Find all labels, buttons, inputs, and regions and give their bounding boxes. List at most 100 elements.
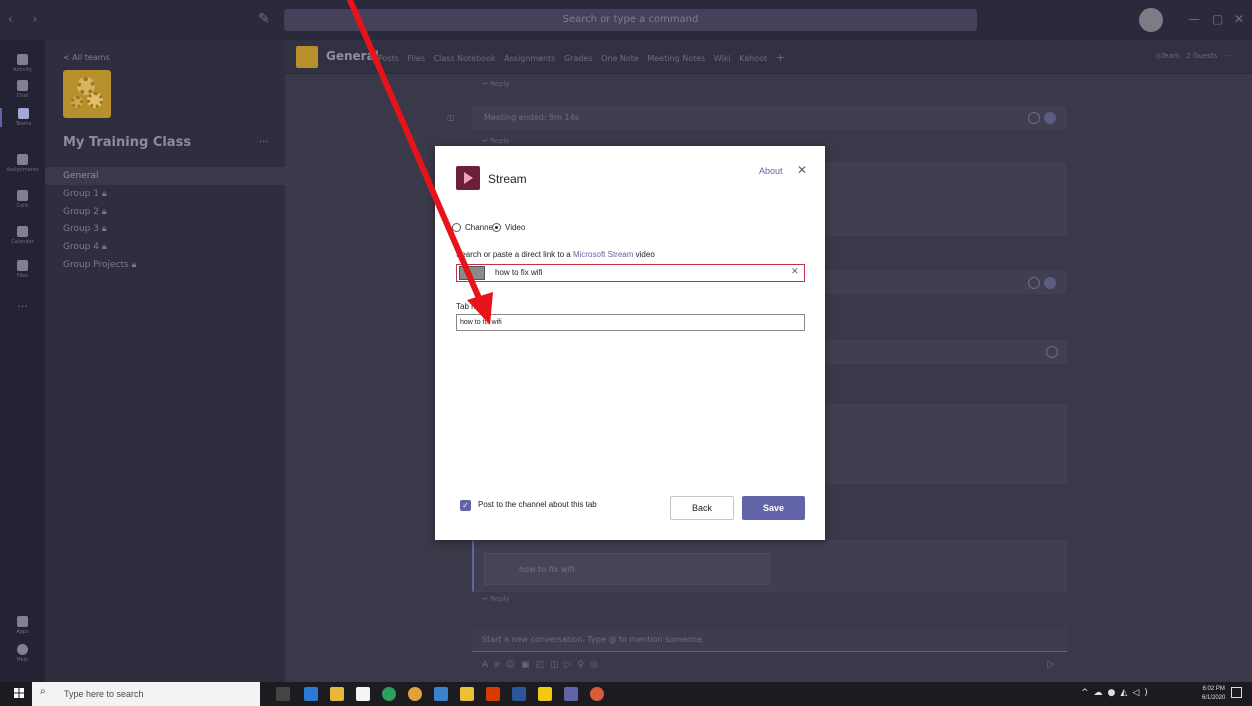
teams-taskbar-icon[interactable] (564, 687, 578, 701)
minimize-icon[interactable]: — (1188, 12, 1200, 26)
rail-teams[interactable]: Teams (0, 108, 45, 127)
channel-group-1[interactable]: Group 1 🔒︎ (45, 185, 285, 203)
chevron-up-icon[interactable]: ^ (1081, 688, 1094, 698)
emoji-icon[interactable]: ☺ (506, 660, 521, 670)
rail-chat[interactable]: Chat (0, 80, 45, 99)
save-button[interactable]: Save (742, 496, 805, 520)
avatar[interactable] (1139, 8, 1163, 32)
wifi-icon[interactable]: ◭ (1120, 688, 1132, 698)
edge-icon[interactable] (382, 687, 396, 701)
more-options-icon[interactable]: ··· (604, 660, 631, 670)
channel-group-2[interactable]: Group 2 🔒︎ (45, 203, 285, 221)
format-icon[interactable]: A (482, 660, 494, 670)
sticky-notes-icon[interactable] (538, 687, 552, 701)
reply-link[interactable]: ↩ Reply (482, 595, 509, 603)
close-window-icon[interactable]: ✕ (1234, 12, 1244, 26)
channel-team-logo (296, 46, 318, 68)
chrome-icon[interactable] (408, 687, 422, 701)
channel-group-4[interactable]: Group 4 🔒︎ (45, 238, 285, 256)
reply-link[interactable]: ↩ Reply (482, 137, 509, 145)
meet-now-icon[interactable]: ◫ (550, 660, 565, 670)
tab-one-note[interactable]: One Note (601, 54, 639, 63)
header-right: ◎Team 2 Guests ··· (1155, 52, 1231, 60)
channel-group-projects[interactable]: Group Projects 🔒︎ (45, 256, 285, 274)
tab-name-input[interactable]: how to fix wifi (456, 314, 805, 331)
rail-label: Apps (16, 629, 29, 635)
team-view-button[interactable]: ◎Team (1155, 52, 1180, 60)
close-icon[interactable]: ✕ (797, 163, 807, 177)
onedrive-icon[interactable]: ☁ (1094, 688, 1108, 698)
all-teams-link[interactable]: < All teams (63, 53, 110, 62)
dropbox-icon[interactable] (434, 687, 448, 701)
apps-icon[interactable]: ◎ (590, 660, 604, 670)
clear-icon[interactable]: ✕ (791, 267, 799, 277)
post-checkbox[interactable]: ✓ (460, 500, 471, 511)
gif-icon[interactable]: ▣ (521, 660, 536, 670)
reaction-icon[interactable] (1028, 277, 1040, 289)
office-icon[interactable] (486, 687, 500, 701)
new-conversation-input[interactable]: Start a new conversation. Type @ to ment… (472, 628, 1067, 652)
team-btn-label: Team (1161, 52, 1180, 60)
tab-wiki[interactable]: Wiki (714, 54, 731, 63)
team-more-icon[interactable]: ··· (259, 137, 269, 148)
stream-icon[interactable]: ▷ (565, 660, 578, 670)
rail-help[interactable]: Help (0, 644, 45, 663)
file-explorer-icon[interactable] (330, 687, 344, 701)
task-view-icon[interactable] (276, 687, 290, 701)
stream-tab-card[interactable]: how to fix wifi (484, 553, 770, 585)
volume-icon[interactable]: ◁) (1132, 688, 1152, 698)
add-tab-button[interactable]: + (776, 51, 785, 64)
guests-button[interactable]: 2 Guests (1186, 52, 1217, 60)
rail-files[interactable]: Files (0, 260, 45, 279)
channel-group-3[interactable]: Group 3 🔒︎ (45, 220, 285, 238)
apps-icon (17, 616, 28, 627)
radio-video[interactable] (492, 223, 501, 232)
header-more-icon[interactable]: ··· (1224, 52, 1231, 60)
attach-icon[interactable]: ⌀ (494, 660, 505, 670)
about-link[interactable]: About (759, 166, 783, 176)
send-icon[interactable]: ▷ (1047, 659, 1055, 670)
rail-more-icon[interactable]: ··· (0, 300, 45, 313)
reply-link[interactable]: ↩ Reply (482, 80, 509, 88)
radio-channel[interactable] (452, 223, 461, 232)
maximize-icon[interactable]: ▢ (1212, 12, 1223, 26)
channel-label: Group 2 (63, 207, 99, 217)
taskbar-search-input[interactable]: Type here to search (32, 682, 260, 706)
clock-time: 6:02 PM (1202, 686, 1225, 692)
reaction-icon[interactable] (1046, 346, 1058, 358)
clock[interactable]: 6:02 PM 6/1/2020 (1202, 685, 1225, 703)
channel-general[interactable]: General (45, 167, 285, 185)
tab-posts[interactable]: Posts (378, 54, 399, 63)
app-tray-icon[interactable]: ● (1108, 688, 1121, 698)
sticker-icon[interactable]: ◰ (536, 660, 551, 670)
user-badge (1044, 277, 1056, 289)
command-search-bar[interactable]: Search or type a command (284, 9, 977, 31)
reaction-icon[interactable] (1028, 112, 1040, 124)
tab-grades[interactable]: Grades (564, 54, 593, 63)
rail-apps[interactable]: Apps (0, 616, 45, 635)
bell-icon (17, 54, 28, 65)
rail-label: Chat (16, 93, 29, 99)
rail-assignments[interactable]: Assignments (0, 154, 45, 173)
mail-icon[interactable] (304, 687, 318, 701)
tab-files[interactable]: Files (407, 54, 425, 63)
nav-arrows-icon[interactable]: ‹ › (8, 12, 45, 26)
store-icon[interactable] (356, 687, 370, 701)
rail-calls[interactable]: Calls (0, 190, 45, 209)
word-icon[interactable] (512, 687, 526, 701)
back-button[interactable]: Back (670, 496, 734, 520)
notifications-icon[interactable] (1231, 687, 1242, 698)
compose-icon[interactable]: ✎ (258, 11, 270, 27)
tab-class-notebook[interactable]: Class Notebook (434, 54, 496, 63)
praise-icon[interactable]: ♀ (577, 660, 590, 670)
rail-activity[interactable]: Activity (0, 54, 45, 73)
paint-icon[interactable] (590, 687, 604, 701)
video-search-label: Search or paste a direct link to a Micro… (456, 250, 655, 259)
tab-meeting-notes[interactable]: Meeting Notes (647, 54, 705, 63)
power-automate-icon[interactable] (460, 687, 474, 701)
tab-kahoot[interactable]: Kahoot (739, 54, 767, 63)
windows-start-icon[interactable] (14, 688, 24, 698)
microsoft-stream-link[interactable]: Microsoft Stream (573, 250, 633, 259)
tab-assignments[interactable]: Assignments (504, 54, 555, 63)
rail-calendar[interactable]: Calendar (0, 226, 45, 245)
